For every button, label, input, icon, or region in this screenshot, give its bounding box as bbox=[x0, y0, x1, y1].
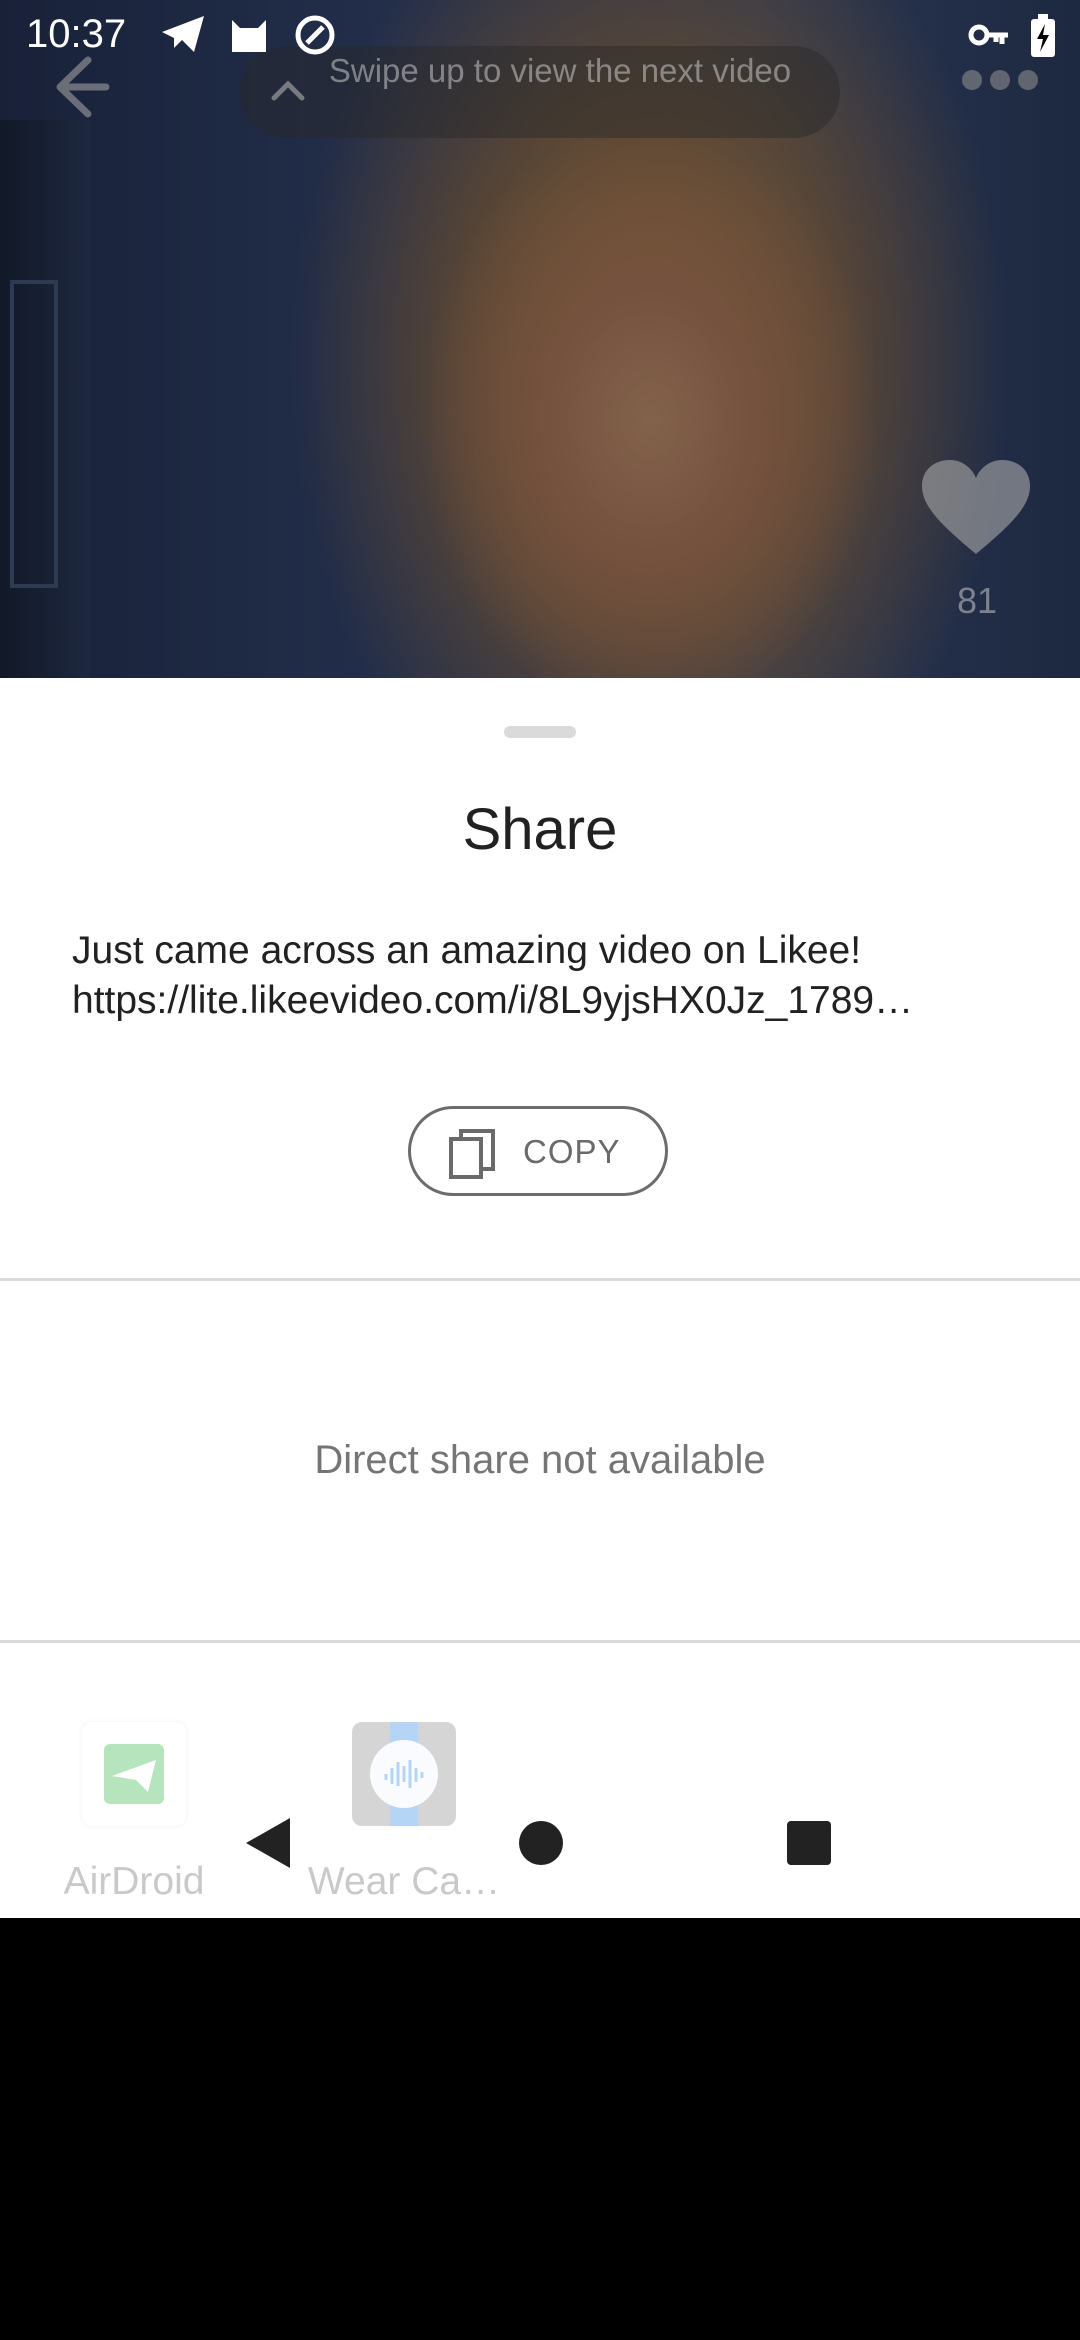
sheet-title: Share bbox=[462, 797, 618, 862]
drag-handle[interactable] bbox=[504, 726, 576, 738]
battery-charging-icon bbox=[1030, 14, 1056, 63]
clock: 10:37 bbox=[26, 12, 127, 56]
share-message-line: Just came across an amazing video on Lik… bbox=[72, 929, 862, 972]
share-message-link: https://lite.likeevideo.com/i/8L9yjsHX0J… bbox=[72, 979, 914, 1022]
direct-share-message: Direct share not available bbox=[314, 1438, 766, 1482]
like-button[interactable] bbox=[920, 458, 1032, 558]
video-player[interactable]: Swipe up to view the next video 81 bbox=[0, 0, 1080, 700]
telegram-icon bbox=[160, 14, 206, 59]
back-triangle-icon[interactable] bbox=[244, 1816, 292, 1875]
like-count: 81 bbox=[956, 580, 998, 621]
heart-icon bbox=[922, 460, 1030, 554]
copy-label: COPY bbox=[523, 1133, 621, 1170]
share-message: Just came across an amazing video on Lik… bbox=[72, 926, 1012, 1026]
divider bbox=[0, 1640, 1080, 1643]
screen: Swipe up to view the next video 81 10:37 bbox=[0, 0, 1080, 1918]
recents-square-icon[interactable] bbox=[786, 1820, 832, 1871]
vpn-key-icon bbox=[968, 20, 1010, 55]
home-circle-icon[interactable] bbox=[518, 1820, 564, 1871]
at-sign-icon bbox=[294, 14, 336, 61]
share-sheet: Share Just came across an amazing video … bbox=[0, 678, 1080, 1918]
navigation-bar bbox=[0, 1790, 1080, 1900]
chevron-up-icon bbox=[270, 72, 306, 113]
copy-icon bbox=[449, 1129, 495, 1184]
status-bar: 10:37 bbox=[0, 0, 1080, 72]
divider bbox=[0, 1278, 1080, 1281]
copy-button[interactable]: COPY bbox=[408, 1106, 668, 1196]
cat-icon bbox=[228, 14, 270, 59]
